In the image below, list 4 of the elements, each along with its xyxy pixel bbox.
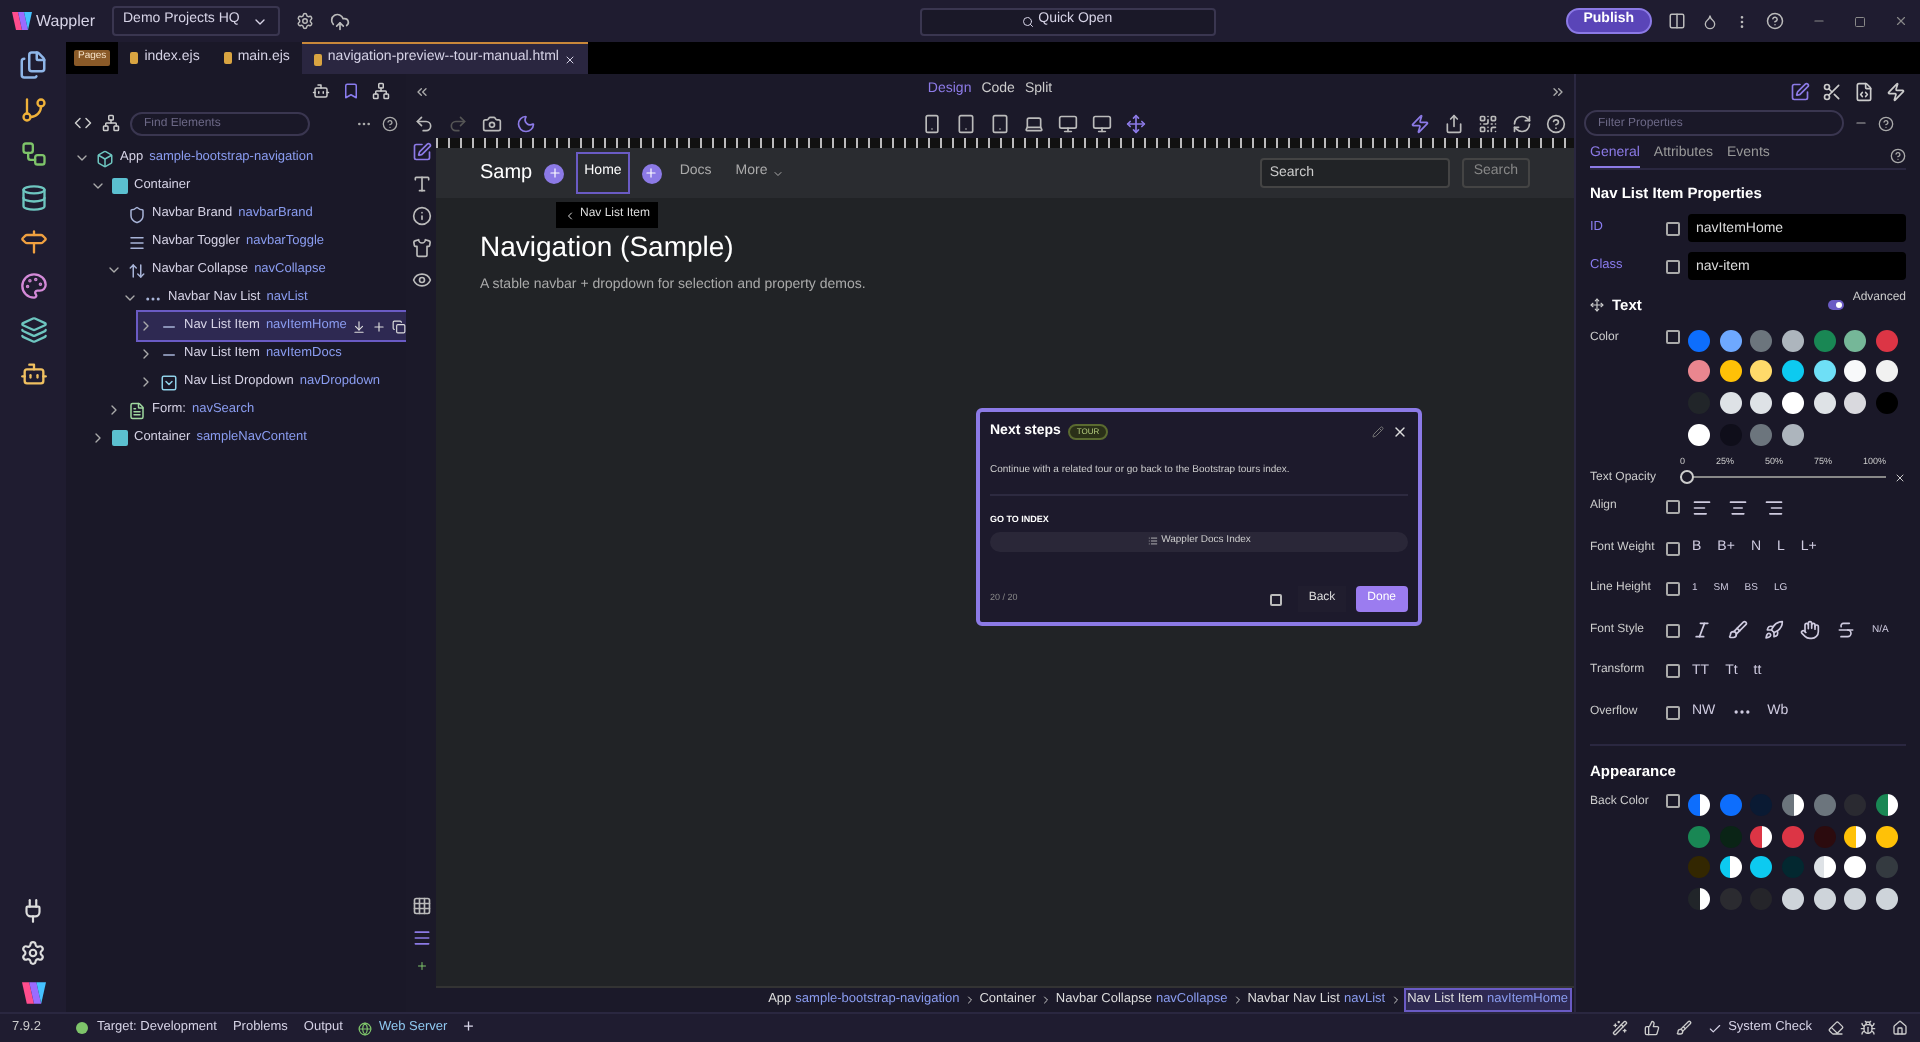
app-name: Wappler (36, 9, 95, 33)
navbar-brand: Samp (480, 160, 533, 188)
add-button[interactable]: + (463, 1014, 474, 1042)
page-heading: Navigation (Sample) (480, 228, 736, 266)
